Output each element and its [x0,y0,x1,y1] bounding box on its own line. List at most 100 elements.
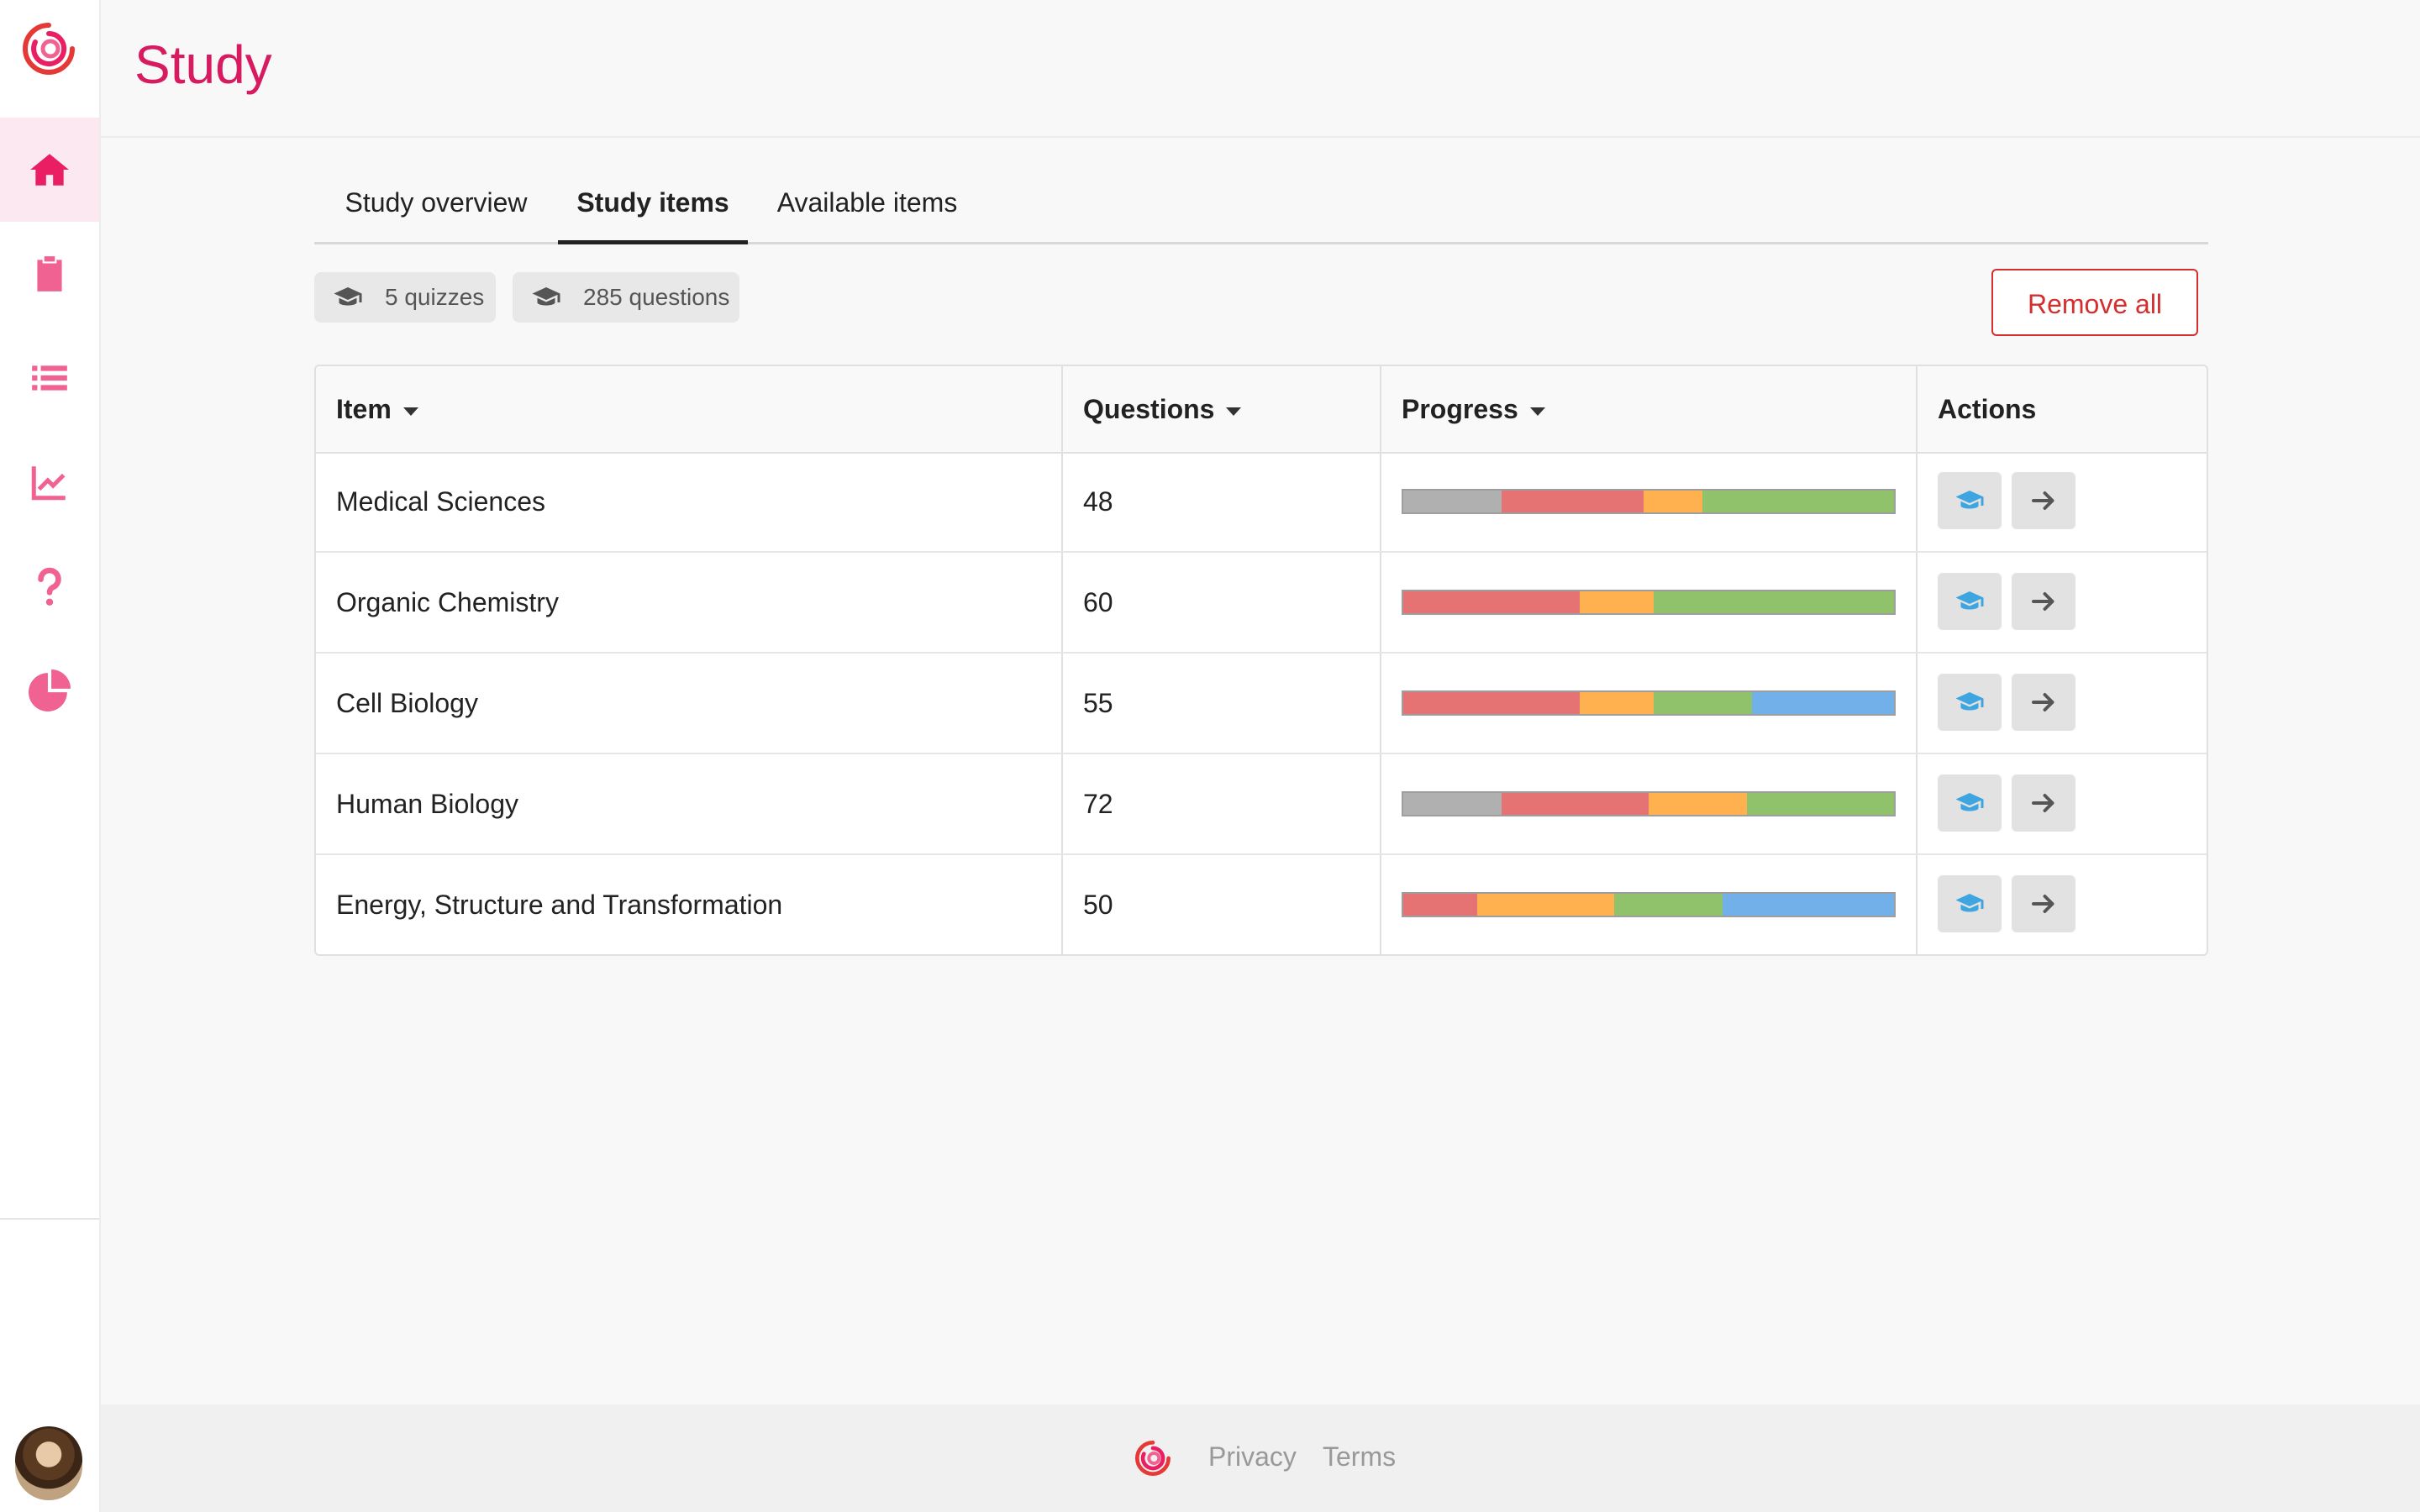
sort-caret-icon[interactable] [1529,407,1545,416]
sidebar-item-home[interactable] [0,118,99,222]
tab-study-items[interactable]: Study items [558,168,748,244]
list-icon [32,365,67,391]
open-item-button[interactable] [2012,774,2075,832]
page-title: Study [134,34,272,95]
avatar[interactable] [15,1426,82,1500]
progress-bar [1402,892,1896,917]
home-icon [30,154,69,186]
sidebar-item-help[interactable] [0,534,99,638]
sidebar-item-stats[interactable] [0,430,99,534]
questions-count-badge: 285 questions [513,272,739,323]
graduation-cap-icon [1955,591,1984,610]
privacy-link[interactable]: Privacy [1208,1441,1297,1473]
study-button[interactable] [1938,774,2002,832]
table-row: Cell Biology 55 [316,654,2207,754]
column-header-questions-label: Questions [1083,394,1215,424]
table-row: Medical Sciences 48 [316,452,2207,553]
sort-caret-icon[interactable] [1226,407,1242,416]
progress-segment-green [1702,491,1894,512]
sidebar-item-clipboard[interactable] [0,222,99,326]
progress-segment-blue [1751,692,1894,714]
sidebar-divider [0,1218,99,1220]
item-name: Medical Sciences [336,486,545,517]
item-name: Energy, Structure and Transformation [336,890,783,920]
question-icon [38,567,61,606]
column-header-item-label: Item [336,394,392,424]
table-row: Human Biology 72 [316,754,2207,855]
question-count: 48 [1083,486,1113,517]
progress-segment-green [1746,793,1894,815]
progress-segment-orange [1580,692,1654,714]
progress-segment-red [1403,692,1581,714]
open-item-button[interactable] [2012,472,2075,529]
study-button[interactable] [1938,674,2002,731]
tab-bar: Study overview Study items Available ite… [314,168,2208,244]
progress-segment-red [1501,793,1649,815]
column-header-item[interactable]: Item [336,366,418,452]
graduation-cap-icon [1955,491,1984,509]
table-row: Organic Chemistry 60 [316,553,2207,654]
item-name: Human Biology [336,789,518,819]
tab-available-items[interactable]: Available items [748,168,986,242]
sort-caret-icon[interactable] [402,407,418,416]
progress-segment-orange [1476,894,1615,916]
brand-logo-icon[interactable] [18,18,79,79]
study-button[interactable] [1938,472,2002,529]
progress-segment-green [1614,894,1723,916]
open-item-button[interactable] [2012,674,2075,731]
progress-bar [1402,791,1896,816]
sidebar-item-reports[interactable] [0,638,99,743]
footer: Privacy Terms [101,1404,2420,1512]
page-header: Study [101,0,2420,138]
item-name: Organic Chemistry [336,587,559,617]
study-button[interactable] [1938,573,2002,630]
table-header: Item Questions Progress Actions [316,366,2207,454]
question-count: 72 [1083,789,1113,819]
study-button[interactable] [1938,875,2002,932]
graduation-cap-icon [1955,793,1984,811]
progress-segment-gray [1403,491,1502,512]
arrow-right-icon [2032,895,2054,913]
progress-segment-orange [1580,591,1654,613]
open-item-button[interactable] [2012,573,2075,630]
open-item-button[interactable] [2012,875,2075,932]
quizzes-count-badge: 5 quizzes [314,272,496,323]
column-header-questions[interactable]: Questions [1083,366,1242,452]
clipboard-icon [37,256,62,291]
graduation-cap-icon [532,287,560,306]
sidebar-item-list[interactable] [0,326,99,430]
graduation-cap-icon [334,287,362,306]
pie-chart-icon [29,669,71,711]
arrow-right-icon [2032,491,2054,510]
quizzes-count: 5 quizzes [385,284,485,310]
progress-segment-red [1403,894,1477,916]
progress-segment-green [1653,692,1752,714]
footer-logo-icon[interactable] [1133,1438,1173,1478]
study-items-table: Item Questions Progress Actions Medical … [314,365,2208,956]
progress-segment-orange [1648,793,1747,815]
table-row: Energy, Structure and Transformation 50 [316,855,2207,954]
column-header-actions-label: Actions [1938,394,2037,424]
remove-all-button[interactable]: Remove all [1991,269,2198,336]
progress-bar [1402,590,1896,615]
arrow-right-icon [2032,693,2054,711]
question-count: 60 [1083,587,1113,617]
progress-segment-green [1653,591,1894,613]
item-name: Cell Biology [336,688,478,718]
graduation-cap-icon [1955,692,1984,711]
progress-bar [1402,690,1896,716]
arrow-right-icon [2032,592,2054,611]
progress-segment-blue [1722,894,1894,916]
question-count: 55 [1083,688,1113,718]
sidebar [0,0,101,1512]
progress-segment-orange [1644,491,1703,512]
column-header-progress[interactable]: Progress [1402,366,1545,452]
progress-bar [1402,489,1896,514]
column-header-progress-label: Progress [1402,394,1518,424]
terms-link[interactable]: Terms [1323,1441,1396,1473]
questions-count: 285 questions [583,284,730,310]
tab-study-overview[interactable]: Study overview [314,168,558,242]
column-header-actions: Actions [1938,366,2036,452]
question-count: 50 [1083,890,1113,920]
chart-line-icon [31,466,66,501]
